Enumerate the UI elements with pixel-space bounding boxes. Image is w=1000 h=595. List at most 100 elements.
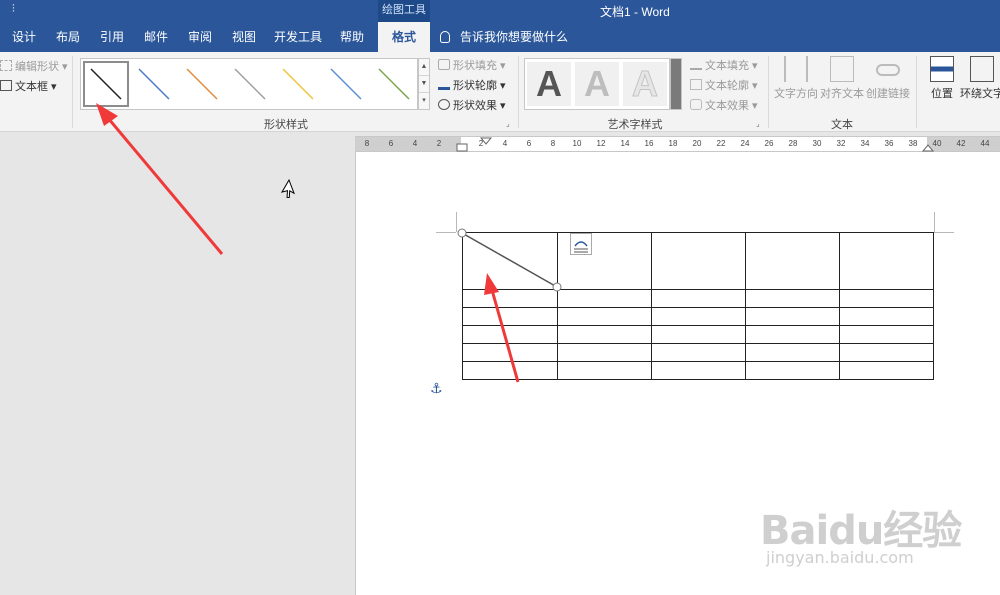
scroll-up-icon[interactable]: ▲ — [419, 59, 429, 76]
pen-outline-icon — [438, 79, 450, 90]
shape-styles-group-label: 形状样式 — [264, 119, 308, 131]
text-fill-button[interactable]: 文本填充 ▾ — [690, 57, 758, 73]
table-cell[interactable] — [557, 289, 652, 308]
right-indent-marker[interactable] — [921, 144, 935, 152]
shape-style-swatch[interactable] — [275, 61, 321, 107]
more-icon[interactable]: ▾ — [419, 93, 429, 110]
lightbulb-icon — [440, 31, 450, 43]
table-row — [462, 232, 934, 290]
ribbon-tab-bar: 设计 布局 引用 邮件 审阅 视图 开发工具 帮助 格式 告诉我你想要做什么 — [0, 22, 1000, 52]
swatch-line — [330, 68, 362, 100]
shape-effects-label: 形状效果 — [453, 100, 497, 112]
shape-style-swatch[interactable] — [83, 61, 129, 107]
table-cell[interactable] — [839, 325, 934, 344]
table-cell[interactable] — [745, 343, 840, 362]
table-cell[interactable] — [557, 307, 652, 326]
table-cell[interactable] — [651, 232, 746, 290]
shape-style-swatch[interactable] — [323, 61, 369, 107]
tell-me-search[interactable]: 告诉我你想要做什么 — [440, 22, 568, 52]
table-cell[interactable] — [745, 289, 840, 308]
text-box-button[interactable]: 文本框 ▾ — [0, 78, 57, 94]
table-cell[interactable] — [839, 343, 934, 362]
table-cell[interactable] — [651, 289, 746, 308]
tab-format[interactable]: 格式 — [378, 22, 430, 52]
table-cell[interactable] — [462, 325, 558, 344]
create-link-button[interactable]: 创建链接 — [866, 56, 910, 101]
left-indent-marker[interactable] — [456, 143, 468, 152]
tab-developer[interactable]: 开发工具 — [270, 22, 326, 52]
shape-style-swatch[interactable] — [227, 61, 273, 107]
dialog-launcher-icon[interactable]: ⌟ — [506, 119, 510, 128]
table-cell[interactable] — [557, 343, 652, 362]
tab-review[interactable]: 审阅 — [180, 22, 220, 52]
first-line-indent-marker[interactable] — [479, 137, 493, 145]
table-cell[interactable] — [745, 307, 840, 326]
shape-style-swatch[interactable] — [371, 61, 417, 107]
table-cell[interactable] — [839, 289, 934, 308]
tab-layout[interactable]: 布局 — [48, 22, 88, 52]
table-cell[interactable] — [651, 325, 746, 344]
swatch-line — [138, 68, 170, 100]
table-row — [462, 361, 934, 380]
document-table[interactable] — [462, 232, 934, 380]
table-cell[interactable] — [462, 307, 558, 326]
wrap-text-label: 环绕文字 — [960, 88, 1000, 100]
wordart-gallery-scrollbar[interactable] — [670, 58, 682, 110]
text-direction-button[interactable]: 文字方向 — [774, 56, 818, 101]
horizontal-ruler[interactable]: 8 6 4 2 2 4 6 8 10 12 14 16 18 20 22 24 26 28 30 32 34 36 38 40… — [355, 136, 1000, 152]
table-cell[interactable] — [462, 289, 558, 308]
group-separator — [72, 56, 73, 128]
align-text-button[interactable]: 对齐文本 — [820, 56, 864, 101]
shape-style-swatch[interactable] — [131, 61, 177, 107]
shape-outline-button[interactable]: 形状轮廓 ▾ — [438, 77, 506, 93]
wrap-text-button[interactable]: 环绕文字 — [960, 56, 1000, 101]
shape-fill-button[interactable]: 形状填充 ▾ — [438, 57, 506, 73]
quick-access-toolbar[interactable]: ⫶ — [12, 3, 15, 16]
tab-references[interactable]: 引用 — [92, 22, 132, 52]
table-cell[interactable] — [745, 361, 840, 380]
wordart-style-swatch[interactable]: A — [623, 62, 667, 106]
tab-help[interactable]: 帮助 — [332, 22, 372, 52]
table-cell[interactable] — [745, 232, 840, 290]
edit-shape-label: 编辑形状 — [15, 61, 59, 73]
edit-shape-button[interactable]: 编辑形状 ▾ — [0, 58, 68, 74]
tab-view[interactable]: 视图 — [224, 22, 264, 52]
wordart-style-swatch[interactable]: A — [575, 62, 619, 106]
table-cell[interactable] — [839, 232, 934, 290]
group-separator — [518, 56, 519, 128]
mouse-cursor-icon — [280, 178, 295, 199]
table-cell[interactable] — [462, 343, 558, 362]
shape-styles-gallery-scrollbar[interactable]: ▲ ▼ ▾ — [418, 58, 430, 110]
table-cell[interactable] — [557, 325, 652, 344]
text-outline-button[interactable]: 文本轮廓 ▾ — [690, 77, 758, 93]
layout-options-icon[interactable] — [570, 233, 592, 255]
tab-mailings[interactable]: 邮件 — [136, 22, 176, 52]
table-cell[interactable] — [651, 361, 746, 380]
table-cell[interactable] — [462, 361, 558, 380]
line-style-icon — [90, 68, 122, 100]
table-cell[interactable] — [462, 232, 558, 290]
table-cell[interactable] — [839, 361, 934, 380]
text-box-icon — [0, 80, 12, 91]
shape-effects-icon — [438, 99, 450, 110]
scroll-down-icon[interactable]: ▼ — [419, 76, 429, 93]
position-button[interactable]: 位置 — [924, 56, 960, 101]
dialog-launcher-icon[interactable]: ⌟ — [756, 119, 760, 128]
table-cell[interactable] — [651, 343, 746, 362]
ribbon-panel: 编辑形状 ▾ 文本框 ▾ ▲ ▼ ▾ 形状填充 ▾ 形状轮廓 ▾ 形状效果 ▾ … — [0, 52, 1000, 132]
align-text-icon — [830, 56, 854, 82]
table-cell[interactable] — [745, 325, 840, 344]
shape-style-swatch[interactable] — [179, 61, 225, 107]
wordart-style-swatch[interactable]: A — [527, 62, 571, 106]
table-cell[interactable] — [839, 307, 934, 326]
tab-design[interactable]: 设计 — [6, 22, 42, 52]
document-title: 文档1 - Word — [600, 5, 670, 19]
shape-effects-button[interactable]: 形状效果 ▾ — [438, 97, 506, 113]
table-cell[interactable] — [557, 361, 652, 380]
swatch-line — [282, 68, 314, 100]
link-icon — [876, 64, 900, 76]
text-effects-button[interactable]: 文本效果 ▾ — [690, 97, 758, 113]
position-icon — [930, 56, 954, 82]
table-cell[interactable] — [651, 307, 746, 326]
text-effects-label: 文本效果 — [705, 100, 749, 112]
